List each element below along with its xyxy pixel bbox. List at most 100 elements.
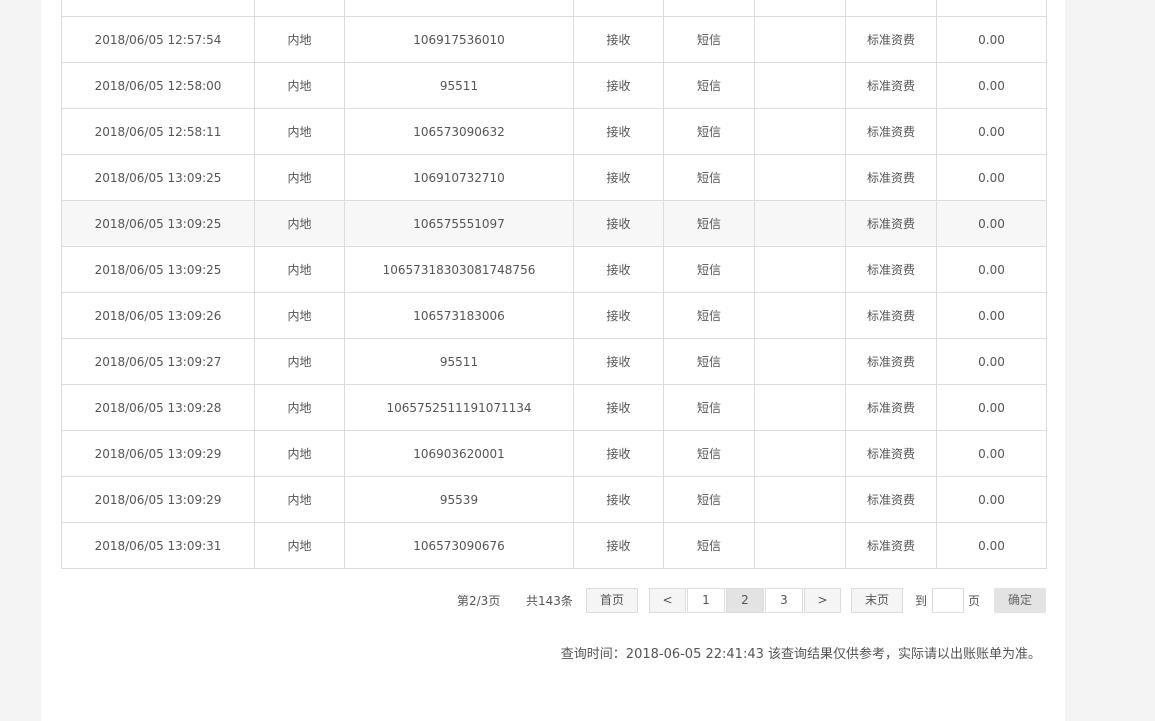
table-body: 2018/06/05 12:57:54 内地 106917536010 接收 短信 标准资…	[61, 0, 1047, 569]
extra-cell	[754, 476, 846, 523]
type-cell: 短信	[663, 108, 755, 155]
fee-cell: 0.00	[936, 108, 1047, 155]
time-cell: 2018/06/05 12:58:00	[61, 62, 255, 109]
number-cell: 95511	[344, 62, 574, 109]
query-time-note: 查询时间：2018-06-05 22:41:43 该查询结果仅供参考，实际请以出…	[560, 647, 1041, 662]
number-cell: 106573090632	[344, 108, 574, 155]
fee-cell: 0.00	[936, 154, 1047, 201]
type-cell: 短信	[663, 522, 755, 569]
type-cell: 短信	[663, 430, 755, 477]
total-count: 共143条	[526, 594, 573, 608]
type-cell: 短信	[663, 338, 755, 385]
type-cell: 短信	[663, 246, 755, 293]
table-row: 2018/06/05 13:09:25 内地 1065731830308174875…	[61, 246, 1047, 293]
extra-cell	[754, 430, 846, 477]
fee-cell: 0.00	[936, 292, 1047, 339]
fee-type-cell: 标准资费	[845, 384, 937, 431]
time-cell: 2018/06/05 12:58:11	[61, 108, 255, 155]
goto-suffix-label: 页	[968, 594, 981, 608]
extra-cell	[754, 246, 846, 293]
region-cell: 内地	[254, 522, 345, 569]
extra-cell	[754, 62, 846, 109]
table-row-partial	[61, 0, 1047, 17]
region-cell: 内地	[254, 108, 345, 155]
time-cell	[61, 0, 255, 17]
table-row: 2018/06/05 13:09:27 内地 95511 接收 短信 标准资费 0.00	[61, 338, 1047, 385]
next-page-button[interactable]: >	[804, 588, 841, 613]
direction-cell: 接收	[573, 16, 664, 63]
type-cell: 短信	[663, 62, 755, 109]
goto-prefix-label: 到	[915, 594, 928, 608]
extra-cell	[754, 16, 846, 63]
direction-cell: 接收	[573, 108, 664, 155]
page-2-button[interactable]: 2	[726, 588, 764, 613]
fee-type-cell: 标准资费	[845, 476, 937, 523]
region-cell: 内地	[254, 476, 345, 523]
time-cell: 2018/06/05 13:09:25	[61, 246, 255, 293]
number-cell: 106917536010	[344, 16, 574, 63]
direction-cell: 接收	[573, 338, 664, 385]
prev-page-button[interactable]: <	[649, 588, 686, 613]
direction-cell: 接收	[573, 292, 664, 339]
confirm-goto-button[interactable]: 确定	[994, 588, 1046, 613]
direction-cell: 接收	[573, 384, 664, 431]
type-cell: 短信	[663, 154, 755, 201]
fee-cell: 0.00	[936, 430, 1047, 477]
region-cell: 内地	[254, 154, 345, 201]
type-cell: 短信	[663, 476, 755, 523]
extra-cell	[754, 292, 846, 339]
page-1-button[interactable]: 1	[687, 588, 725, 613]
extra-cell	[754, 154, 846, 201]
time-cell: 2018/06/05 13:09:27	[61, 338, 255, 385]
fee-cell: 0.00	[936, 522, 1047, 569]
table-row: 2018/06/05 12:58:00 内地 95511 接收 短信 标准资费 0.00	[61, 62, 1047, 109]
first-page-button[interactable]: 首页	[586, 588, 638, 613]
last-page-button[interactable]: 末页	[851, 588, 903, 613]
table-row: 2018/06/05 13:09:25 内地 106575551097 接收 短信 标准资…	[61, 200, 1047, 247]
region-cell: 内地	[254, 200, 345, 247]
region-cell: 内地	[254, 292, 345, 339]
fee-cell: 0.00	[936, 62, 1047, 109]
fee-type-cell: 标准资费	[845, 200, 937, 247]
region-cell: 内地	[254, 384, 345, 431]
number-cell	[344, 0, 574, 17]
fee-type-cell: 标准资费	[845, 522, 937, 569]
fee-cell: 0.00	[936, 200, 1047, 247]
extra-cell	[754, 108, 846, 155]
number-cell: 106903620001	[344, 430, 574, 477]
fee-type-cell: 标准资费	[845, 246, 937, 293]
goto-page-input[interactable]	[932, 588, 964, 613]
table-row: 2018/06/05 12:57:54 内地 106917536010 接收 短信 标准资…	[61, 16, 1047, 63]
type-cell: 短信	[663, 384, 755, 431]
time-cell: 2018/06/05 13:09:31	[61, 522, 255, 569]
region-cell: 内地	[254, 246, 345, 293]
page-3-button[interactable]: 3	[765, 588, 803, 613]
region-cell	[254, 0, 345, 17]
fee-type-cell: 标准资费	[845, 16, 937, 63]
fee-cell: 0.00	[936, 384, 1047, 431]
time-cell: 2018/06/05 13:09:28	[61, 384, 255, 431]
time-cell: 2018/06/05 12:57:54	[61, 16, 255, 63]
sms-records-table: 2018/06/05 12:57:54 内地 106917536010 接收 短信 标准资…	[61, 0, 1047, 569]
fee-type-cell: 标准资费	[845, 154, 937, 201]
direction-cell: 接收	[573, 522, 664, 569]
time-cell: 2018/06/05 13:09:25	[61, 200, 255, 247]
extra-cell	[754, 384, 846, 431]
fee-cell	[936, 0, 1047, 17]
type-cell	[663, 0, 755, 17]
region-cell: 内地	[254, 16, 345, 63]
table-row: 2018/06/05 12:58:11 内地 106573090632 接收 短信 标准资…	[61, 108, 1047, 155]
type-cell: 短信	[663, 200, 755, 247]
direction-cell	[573, 0, 664, 17]
number-cell: 106575551097	[344, 200, 574, 247]
direction-cell: 接收	[573, 154, 664, 201]
table-row: 2018/06/05 13:09:29 内地 106903620001 接收 短信 标准资…	[61, 430, 1047, 477]
number-cell: 106910732710	[344, 154, 574, 201]
fee-cell: 0.00	[936, 338, 1047, 385]
fee-type-cell: 标准资费	[845, 62, 937, 109]
table-row: 2018/06/05 13:09:26 内地 106573183006 接收 短信 标准资…	[61, 292, 1047, 339]
pagination-bar: 第2/3页 共143条 首页 < 1 2 3 > 末页 到 页 确定	[41, 588, 1065, 614]
table-row: 2018/06/05 13:09:31 内地 106573090676 接收 短信 标准资…	[61, 522, 1047, 569]
extra-cell	[754, 522, 846, 569]
page-info: 第2/3页	[457, 594, 501, 608]
